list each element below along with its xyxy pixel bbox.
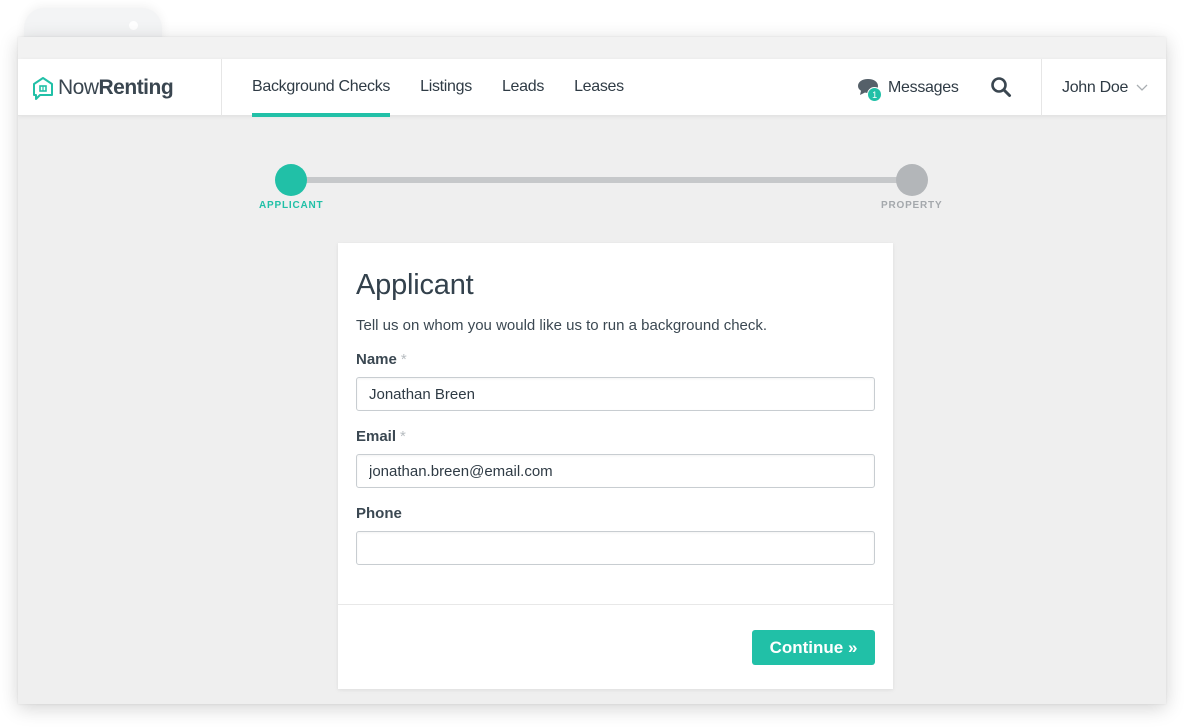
required-mark: *: [400, 351, 407, 368]
email-input[interactable]: [356, 454, 875, 488]
nav-leads[interactable]: Leads: [502, 59, 544, 116]
browser-chrome: [18, 37, 1166, 59]
search-icon[interactable]: [990, 76, 1012, 98]
card-divider: [338, 604, 893, 605]
brand-name: NowRenting: [58, 75, 174, 100]
user-name: John Doe: [1062, 78, 1129, 96]
name-label-text: Name: [356, 351, 397, 368]
form-title: Applicant: [356, 269, 474, 301]
messages-link[interactable]: 1 Messages: [856, 59, 959, 116]
phone-input[interactable]: [356, 531, 875, 565]
phone-label-text: Phone: [356, 505, 402, 522]
name-label: Name *: [356, 351, 407, 368]
email-label-text: Email: [356, 428, 397, 445]
chevron-down-icon: [1136, 84, 1148, 91]
tab-dot-icon: [129, 21, 138, 30]
continue-button[interactable]: Continue »: [752, 630, 875, 665]
brand-logo[interactable]: NowRenting: [18, 59, 222, 116]
step-property-dot: [896, 164, 928, 196]
email-label: Email *: [356, 428, 406, 445]
step-applicant-dot: [275, 164, 307, 196]
nav-leases[interactable]: Leases: [574, 59, 624, 116]
nav-background-checks[interactable]: Background Checks: [252, 59, 390, 117]
messages-label: Messages: [888, 78, 959, 96]
house-chat-icon: [33, 76, 53, 100]
user-menu[interactable]: John Doe: [1041, 59, 1166, 116]
main-nav: Background Checks Listings Leads Leases: [252, 59, 654, 117]
stepper-track: [291, 177, 913, 183]
progress-stepper: APPLICANT PROPERTY: [258, 163, 948, 215]
app-window: NowRenting Background Checks Listings Le…: [18, 37, 1166, 704]
messages-badge: 1: [867, 86, 882, 102]
brand-name-light: Now: [58, 75, 99, 99]
brand-name-bold: Renting: [98, 75, 174, 99]
step-property-label: PROPERTY: [881, 200, 943, 211]
name-input[interactable]: [356, 377, 875, 411]
top-navbar: NowRenting Background Checks Listings Le…: [18, 59, 1166, 117]
applicant-form-card: Applicant Tell us on whom you would like…: [338, 243, 893, 689]
step-applicant-label: APPLICANT: [259, 200, 324, 211]
form-description: Tell us on whom you would like us to run…: [356, 317, 768, 334]
nav-listings[interactable]: Listings: [420, 59, 472, 116]
required-mark: *: [400, 428, 406, 445]
phone-label: Phone: [356, 505, 402, 522]
chat-bubble-icon: 1: [856, 77, 882, 102]
